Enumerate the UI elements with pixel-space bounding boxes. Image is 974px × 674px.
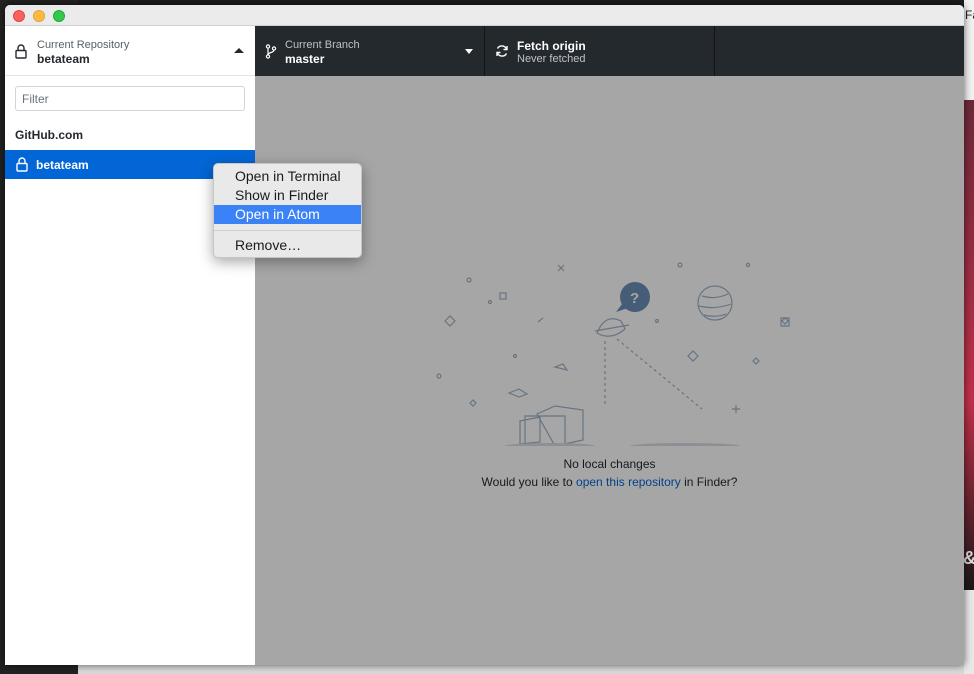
- dim-overlay: [255, 76, 964, 665]
- fetch-origin-status: Never fetched: [517, 53, 586, 65]
- repository-group-header: GitHub.com: [15, 128, 83, 142]
- github-desktop-window: Current Repository betateam GitHub.com b…: [5, 5, 964, 665]
- current-repository-name: betateam: [37, 52, 90, 66]
- repository-context-menu: Open in Terminal Show in Finder Open in …: [213, 163, 362, 258]
- minimize-window-button[interactable]: [33, 10, 45, 22]
- menu-item-open-in-terminal[interactable]: Open in Terminal: [214, 167, 361, 186]
- caret-up-icon: [234, 48, 244, 53]
- current-repository-selector[interactable]: Current Repository betateam: [5, 26, 255, 76]
- menu-item-open-in-atom[interactable]: Open in Atom: [214, 205, 361, 224]
- current-branch-name: master: [285, 52, 325, 66]
- background-window-symbol: &: [963, 548, 974, 569]
- lock-icon: [16, 157, 28, 177]
- fetch-origin-button[interactable]: Fetch origin Never fetched: [485, 26, 715, 76]
- caret-down-icon: [465, 49, 473, 54]
- maximize-window-button[interactable]: [53, 10, 65, 22]
- current-branch-caption: Current Branch: [285, 39, 360, 51]
- app-toolbar: Current Branch master Fetch origin Never…: [255, 26, 964, 76]
- sync-icon: [495, 44, 509, 63]
- current-repository-caption: Current Repository: [37, 39, 130, 51]
- background-window-text: Fa: [965, 8, 974, 22]
- fetch-origin-title: Fetch origin: [517, 39, 586, 53]
- menu-separator: [214, 230, 361, 231]
- desktop-background-bottom: [78, 664, 974, 674]
- repository-filter-input[interactable]: [15, 86, 245, 111]
- menu-item-show-in-finder[interactable]: Show in Finder: [214, 186, 361, 205]
- git-branch-icon: [265, 44, 277, 64]
- lock-icon: [15, 44, 27, 64]
- title-bar[interactable]: [5, 5, 964, 26]
- menu-item-remove[interactable]: Remove…: [214, 236, 361, 255]
- desktop-background-right: [964, 0, 974, 674]
- close-window-button[interactable]: [13, 10, 25, 22]
- repository-sidebar: Current Repository betateam GitHub.com b…: [5, 26, 255, 665]
- repository-list-item-label: betateam: [36, 158, 89, 172]
- current-branch-button[interactable]: Current Branch master: [255, 26, 485, 76]
